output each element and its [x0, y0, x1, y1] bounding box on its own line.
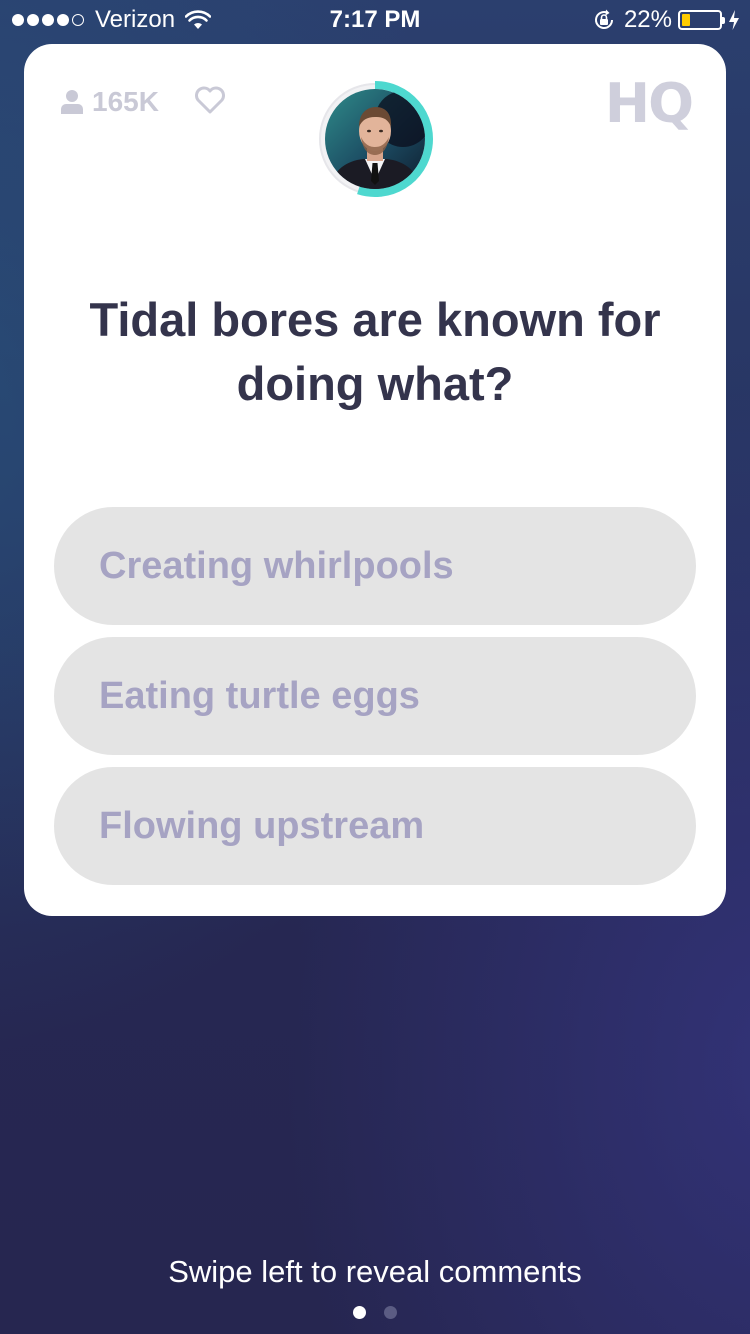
page-indicator[interactable]: [0, 1306, 750, 1319]
question-card: 165K HQ Tidal bores are known for doing …: [24, 44, 726, 916]
answer-option-1[interactable]: Creating whirlpools: [54, 507, 696, 625]
host-avatar: [325, 89, 425, 189]
heart-icon[interactable]: [194, 86, 226, 114]
viewer-count: 165K: [60, 86, 159, 118]
swipe-hint: Swipe left to reveal comments: [168, 1254, 582, 1289]
rotation-lock-icon: [592, 8, 616, 32]
status-bar: Verizon 7:17 PM 22%: [0, 0, 750, 40]
charging-icon: [728, 9, 740, 31]
answer-option-3[interactable]: Flowing upstream: [54, 767, 696, 885]
battery-icon: [678, 10, 725, 30]
status-right: 22%: [592, 6, 740, 34]
page-dot-1[interactable]: [353, 1306, 366, 1319]
viewer-count-label: 165K: [92, 86, 159, 117]
answer-option-2[interactable]: Eating turtle eggs: [54, 637, 696, 755]
battery-level: [682, 14, 690, 26]
battery-percent: 22%: [623, 6, 672, 33]
host-timer: [314, 78, 436, 200]
hq-logo: HQ: [604, 72, 694, 135]
page-dot-2[interactable]: [384, 1306, 397, 1319]
question-text: Tidal bores are known for doing what?: [89, 293, 661, 410]
user-icon: [61, 90, 83, 114]
